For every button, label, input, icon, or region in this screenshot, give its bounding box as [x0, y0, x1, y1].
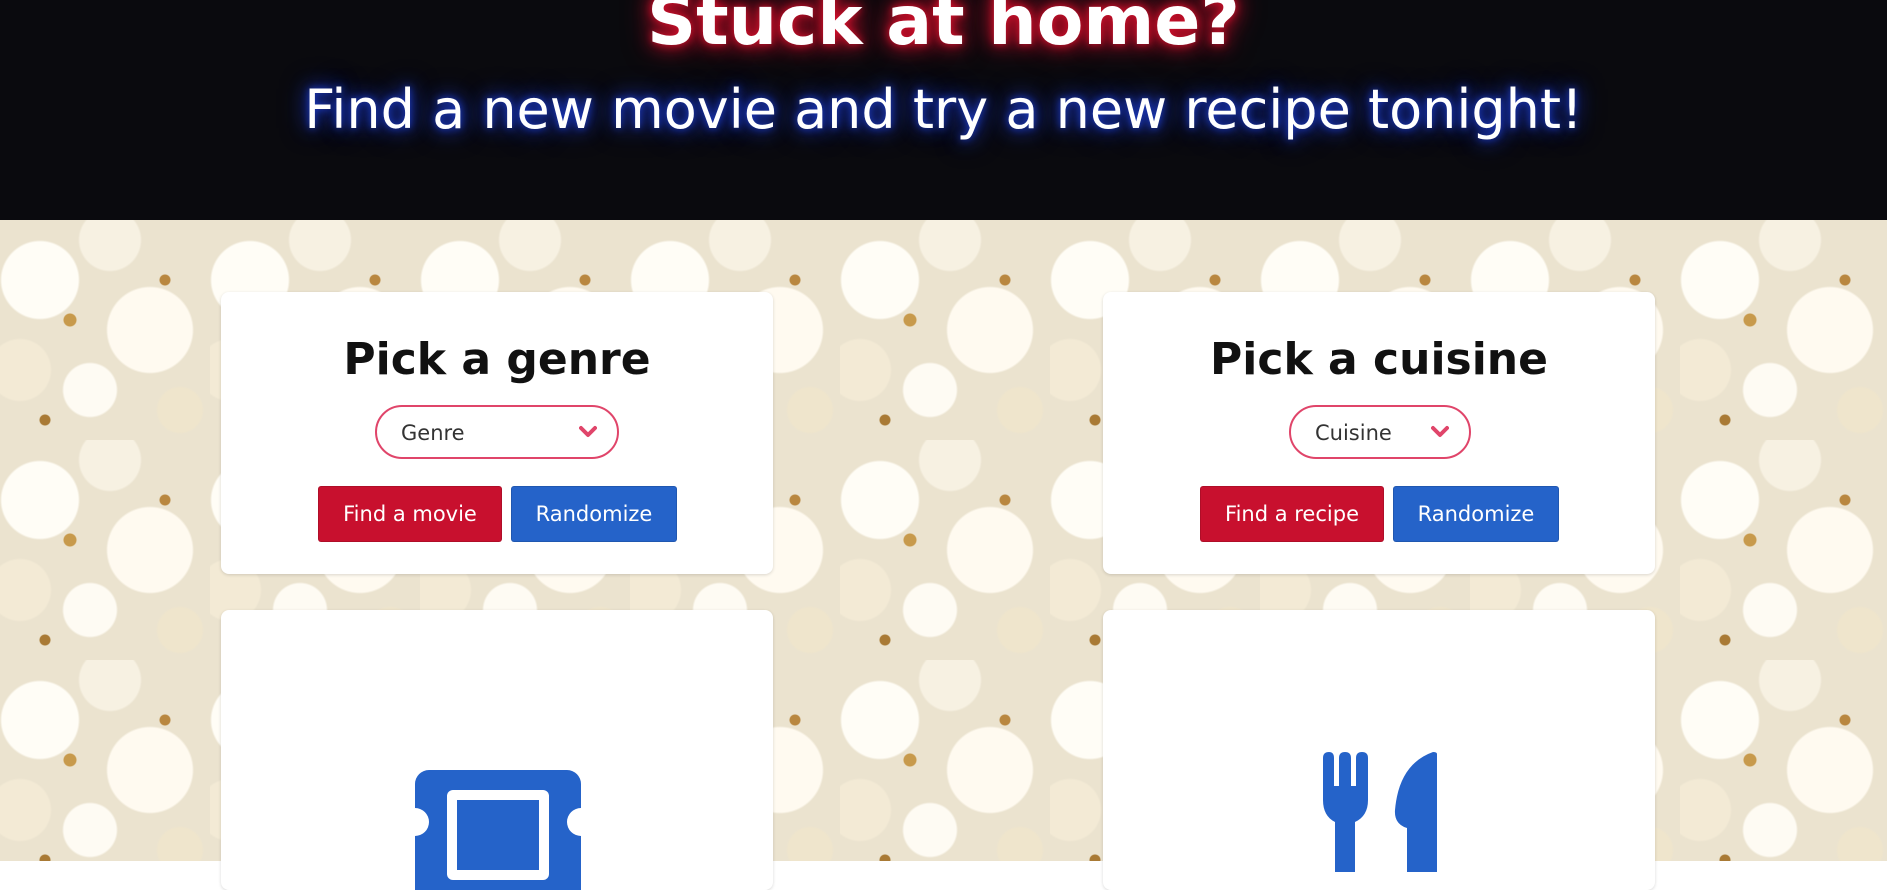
randomize-movie-button[interactable]: Randomize	[511, 486, 677, 542]
hero-title: Stuck at home?	[647, 0, 1240, 61]
genre-select[interactable]: Genre	[375, 405, 619, 459]
find-movie-button[interactable]: Find a movie	[318, 486, 502, 542]
hero-banner: Stuck at home? Find a new movie and try …	[0, 0, 1887, 220]
genre-picker-card: Pick a genre Genre Find a movie Randomiz…	[221, 292, 773, 574]
fork-knife-icon	[1323, 752, 1437, 872]
chevron-down-icon	[579, 426, 597, 437]
cuisine-select-value: Cuisine	[1315, 421, 1392, 445]
find-recipe-button[interactable]: Find a recipe	[1200, 486, 1384, 542]
genre-card-title: Pick a genre	[343, 334, 651, 385]
recipe-result-card	[1103, 610, 1655, 890]
genre-select-value: Genre	[401, 421, 465, 445]
movie-result-card	[221, 610, 773, 890]
cuisine-card-title: Pick a cuisine	[1210, 334, 1548, 385]
ticket-icon	[415, 770, 581, 890]
cuisine-select[interactable]: Cuisine	[1289, 405, 1471, 459]
randomize-recipe-button[interactable]: Randomize	[1393, 486, 1559, 542]
hero-subtitle: Find a new movie and try a new recipe to…	[304, 78, 1583, 141]
chevron-down-icon	[1431, 426, 1449, 437]
cuisine-picker-card: Pick a cuisine Cuisine Find a recipe Ran…	[1103, 292, 1655, 574]
